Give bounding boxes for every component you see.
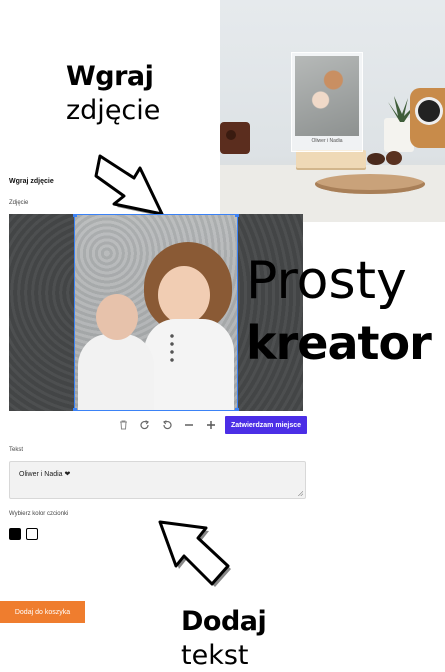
retro-radio (220, 122, 250, 154)
crop-handle[interactable] (235, 214, 239, 217)
headline-add-text-light: tekst (181, 640, 249, 671)
crop-handle[interactable] (235, 408, 239, 411)
crop-handle[interactable] (73, 214, 77, 217)
rotate-left-icon[interactable] (156, 416, 178, 434)
headline-creator-light: Prosty (246, 251, 407, 311)
minus-icon[interactable] (178, 416, 200, 434)
plate-caption: Oliwer i Nadia (311, 138, 343, 144)
add-to-cart-button[interactable]: Dodaj do koszyka (0, 601, 85, 623)
headline-upload-light: zdjęcie (66, 95, 161, 126)
trash-icon[interactable] (112, 416, 134, 434)
text-input[interactable]: Oliwer i Nadia ❤ (9, 461, 306, 499)
headline-creator: Prosty kreator (246, 250, 432, 374)
headline-upload-bold: Wgraj (66, 61, 154, 92)
photo-toolbar: Zatwierdzam miejsce (112, 416, 308, 434)
color-swatch-white[interactable] (26, 528, 38, 540)
rotate-right-icon[interactable] (134, 416, 156, 434)
confirm-position-button[interactable]: Zatwierdzam miejsce (225, 416, 308, 434)
photo-label: Zdjęcie (9, 200, 29, 206)
plus-icon[interactable] (200, 416, 222, 434)
pine-cones (367, 151, 402, 165)
vintage-camera (410, 88, 445, 148)
headline-upload: Wgraj zdjęcie (66, 60, 160, 128)
headline-add-text-bold: Dodaj (181, 606, 267, 637)
crop-handle[interactable] (73, 408, 77, 411)
wooden-board (315, 174, 425, 194)
text-label: Tekst (9, 447, 24, 453)
text-input-value: Oliwer i Nadia ❤ (19, 471, 71, 478)
arrow-up-icon (158, 520, 231, 587)
panel-title: Wgraj zdjęcie (9, 178, 54, 185)
headline-add-text: Dodaj tekst (181, 605, 267, 672)
crop-selection[interactable] (73, 214, 239, 411)
color-label: Wybierz kolor czcionki (9, 511, 69, 517)
plate-photo (295, 56, 359, 136)
headline-creator-bold: kreator (246, 316, 432, 370)
color-swatch-black[interactable] (9, 528, 21, 540)
resize-handle-icon[interactable] (298, 491, 303, 496)
